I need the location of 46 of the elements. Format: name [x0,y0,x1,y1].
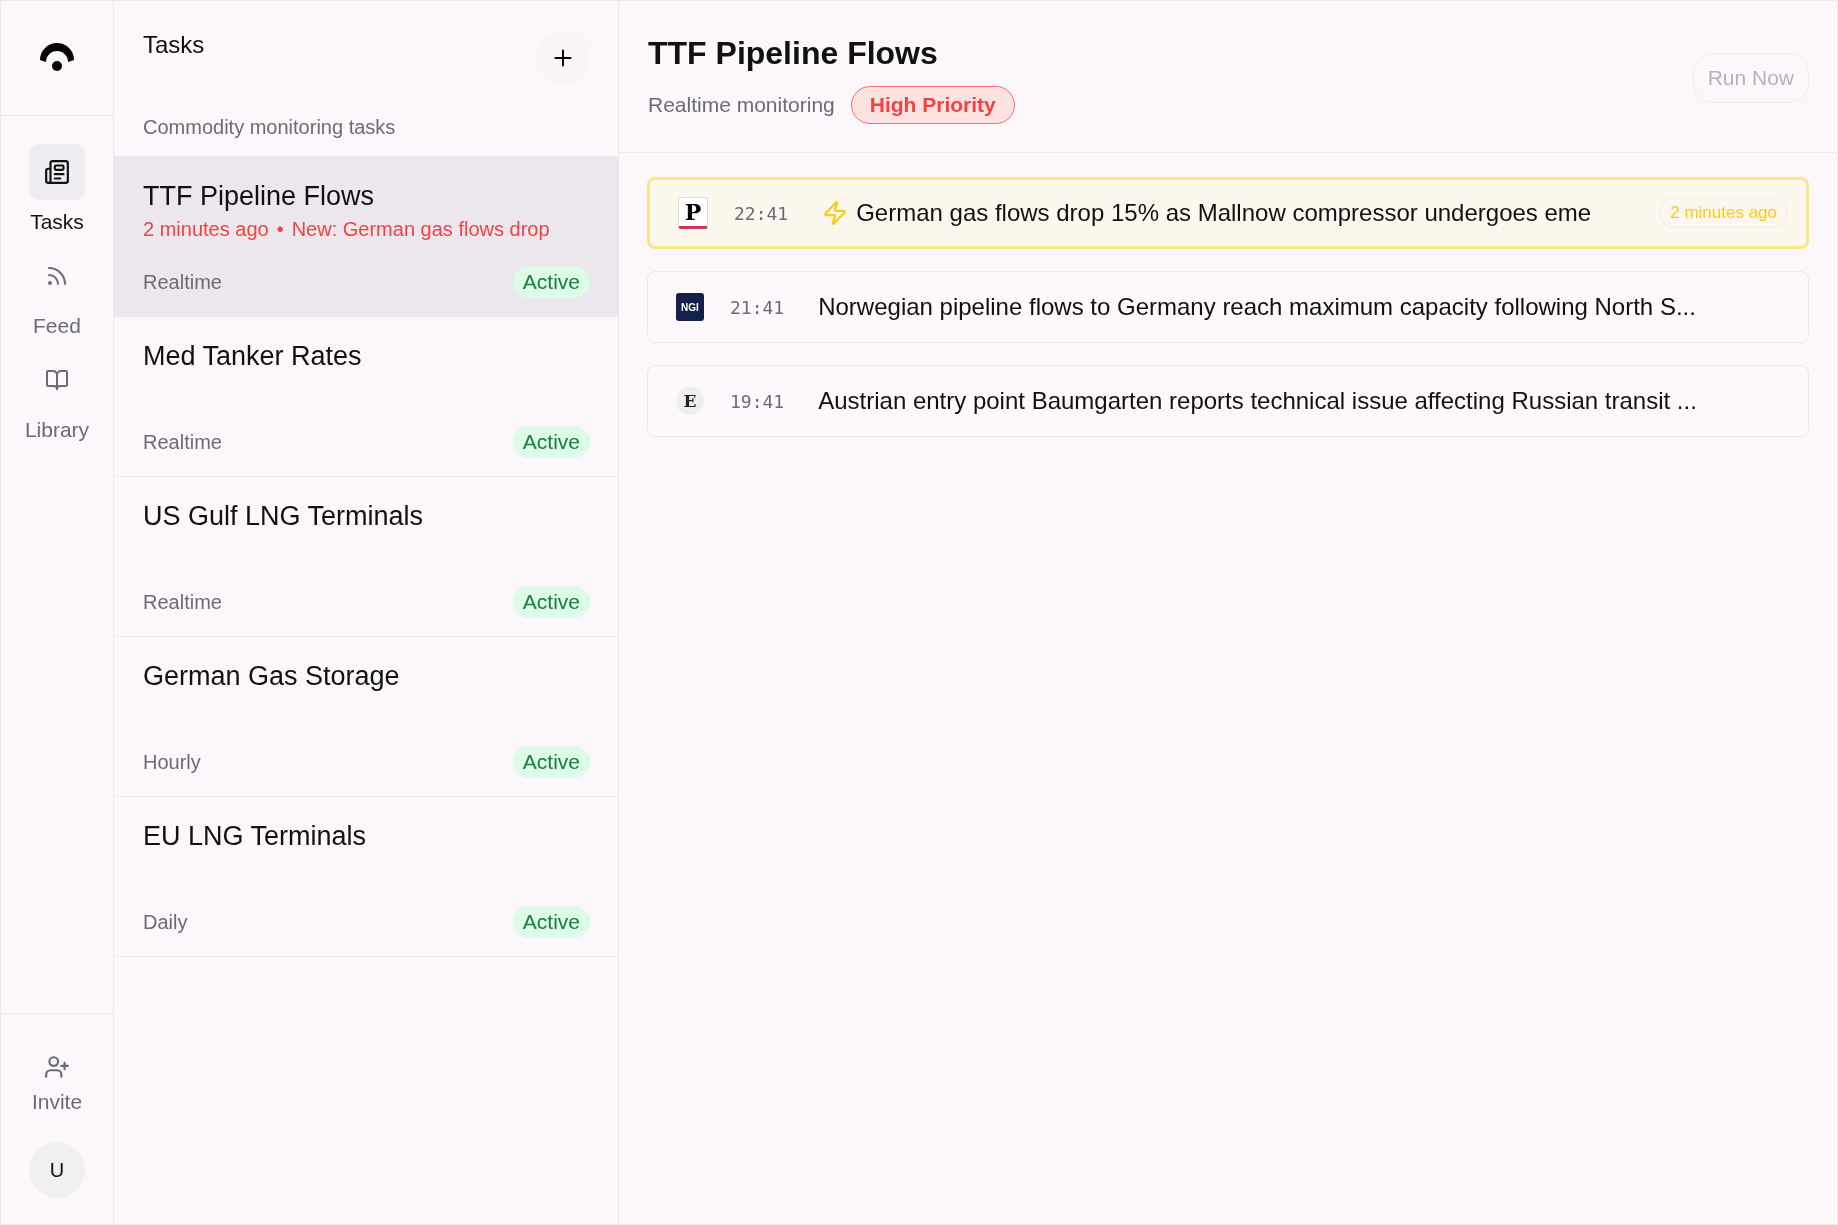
tasks-heading: Tasks [143,31,206,60]
task-frequency: Realtime [143,270,222,294]
task-frequency: Realtime [143,430,222,454]
source-logo: E [676,387,704,415]
alert-time: 2 minutes ago [143,218,269,241]
task-name: US Gulf LNG Terminals [143,501,425,532]
nav-item[interactable]: Tasks [29,144,85,234]
nav-item[interactable]: Library [24,352,90,442]
task-frequency: Realtime [143,590,222,614]
task-name: EU LNG Terminals [143,821,368,852]
feed-time: 19:41 [730,390,785,412]
source-logo: P [678,197,708,229]
status-pill: Active [512,426,590,458]
status-pill: Active [512,746,590,778]
newspaper-icon [29,144,85,200]
separator-dot: • [276,218,284,241]
feed-headline: German gas flows drop 15% as Mallnow compressor undergoes eme [856,199,1593,227]
feed-headline: Austrian entry point Baumgarten reports technical issue affecting Russian transit ... [818,387,1698,415]
logo-icon [38,42,76,74]
task-name: TTF Pipeline Flows [143,181,376,212]
feed-item[interactable]: P 22:41 German gas flows drop 15% as Mallnow compressor undergoes eme 2 minutes ago [647,177,1809,249]
status-pill: Active [512,906,590,938]
task-frequency: Hourly [143,750,201,774]
time-badge: 2 minutes ago [1659,198,1788,228]
feed-time: 22:41 [734,202,789,224]
feed-item[interactable]: E 19:41 Austrian entry point Baumgarten reports technical issue affecting Russian transit ... [647,365,1809,437]
feed-headline: Norwegian pipeline flows to Germany reach maximum capacity following North S... [818,293,1697,321]
alert-text: New: German gas flows drop [291,218,550,241]
user-plus-icon [44,1054,70,1080]
task-name: Med Tanker Rates [143,341,363,372]
source-logo: NGI [676,293,704,321]
tasks-subtitle: Commodity monitoring tasks [143,116,397,140]
task-name: German Gas Storage [143,661,401,692]
nav-item[interactable]: Feed [29,248,85,338]
page-title: TTF Pipeline Flows [648,35,939,72]
task-item[interactable]: TTF Pipeline Flows 2 minutes ago • New: German gas flows drop Realtime Active [114,157,618,317]
feed-time: 21:41 [730,296,785,318]
feed-item[interactable]: NGI 21:41 Norwegian pipeline flows to Germany reach maximum capacity following North S... [647,271,1809,343]
invite-button[interactable]: Invite [31,1054,83,1114]
priority-pill: High Priority [850,86,1015,124]
status-pill: Active [512,586,590,618]
status-pill: Active [512,266,590,298]
task-frequency: Daily [143,910,188,934]
user-avatar[interactable]: U [29,1142,85,1198]
monitoring-mode: Realtime monitoring [648,93,835,117]
lightning-icon [822,200,849,226]
